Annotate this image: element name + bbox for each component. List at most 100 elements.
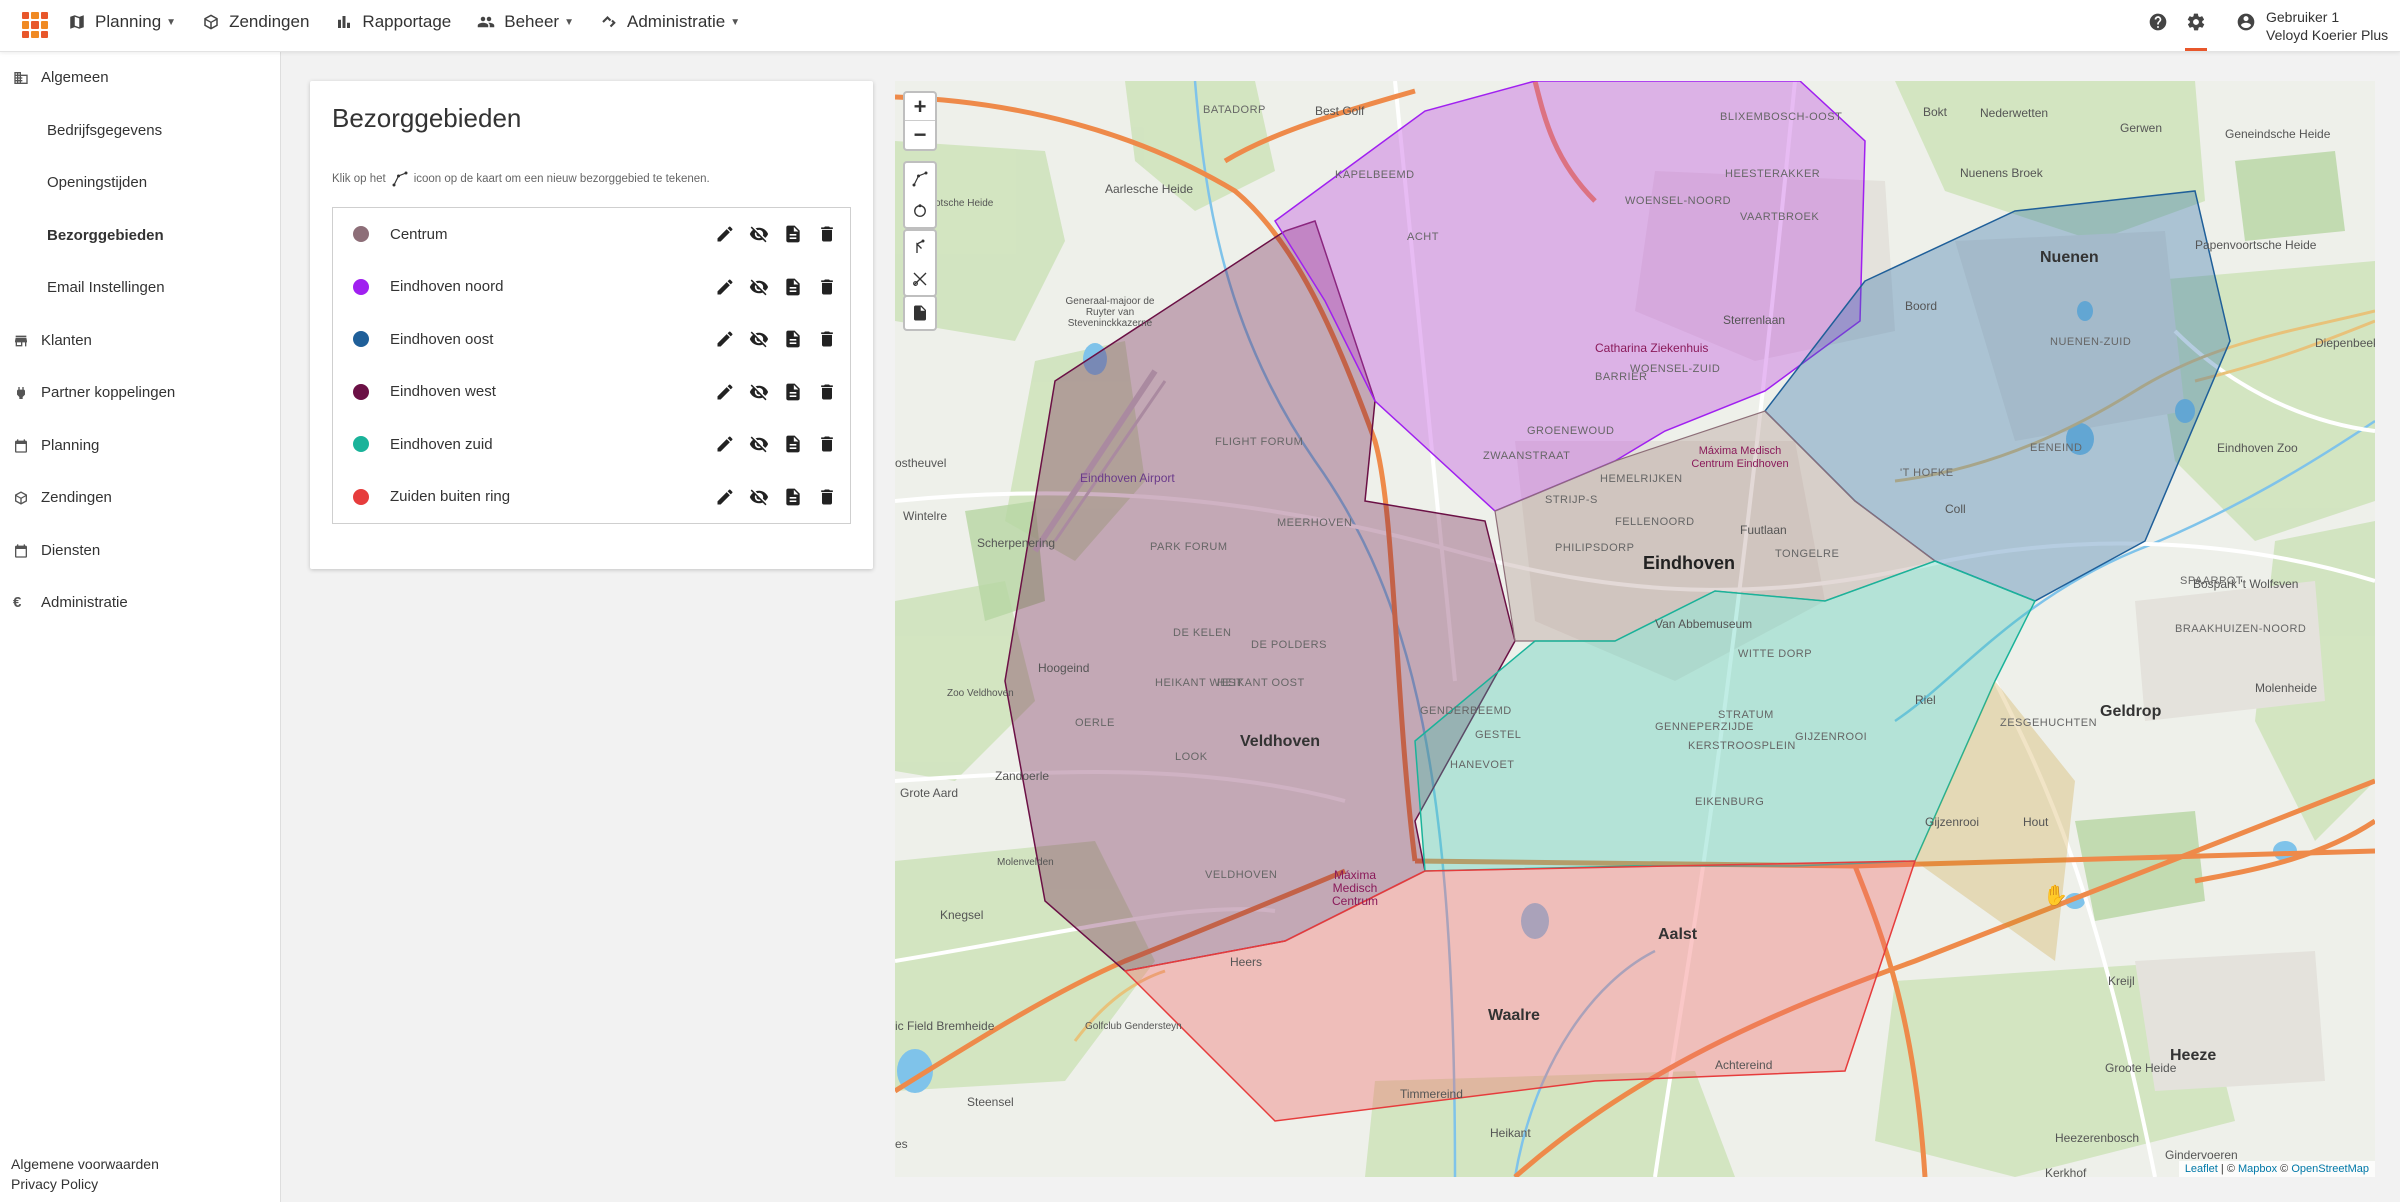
zoom-control: + − bbox=[903, 91, 937, 151]
user-menu[interactable]: Gebruiker 1 Veloyd Koerier Plus bbox=[2236, 8, 2388, 44]
package-icon bbox=[204, 14, 218, 30]
terms-link[interactable]: Algemene voorwaarden bbox=[11, 1156, 159, 1172]
area-color-dot bbox=[353, 436, 369, 452]
account-circle-icon bbox=[2237, 13, 2255, 31]
nav-planning[interactable]: Planning ▼ bbox=[68, 12, 176, 32]
sidebar-item-label: Klanten bbox=[41, 332, 92, 349]
edit-icon[interactable] bbox=[715, 434, 735, 454]
sidebar-item-administratie[interactable]: € Administratie bbox=[13, 594, 128, 611]
document-icon[interactable] bbox=[783, 329, 803, 349]
nav-rapportage[interactable]: Rapportage bbox=[335, 12, 451, 32]
edit-icon[interactable] bbox=[715, 487, 735, 507]
delete-icon[interactable] bbox=[817, 224, 837, 244]
mapbox-link[interactable]: Mapbox bbox=[2238, 1163, 2277, 1175]
chevron-down-icon: ▼ bbox=[730, 16, 741, 28]
area-name: Eindhoven west bbox=[390, 383, 496, 400]
cut-button[interactable] bbox=[905, 263, 935, 295]
map[interactable]: Eindhoven Veldhoven Nuenen Geldrop Waalr… bbox=[895, 81, 2375, 1177]
edit-icon[interactable] bbox=[715, 277, 735, 297]
rotate-icon bbox=[914, 204, 926, 217]
zoom-out-button[interactable]: − bbox=[905, 121, 935, 149]
visibility-off-icon[interactable] bbox=[749, 277, 769, 297]
delete-icon[interactable] bbox=[817, 329, 837, 349]
visibility-off-icon[interactable] bbox=[749, 224, 769, 244]
edit-tools bbox=[903, 229, 937, 297]
draw-tools bbox=[903, 161, 937, 229]
area-name: Zuiden buiten ring bbox=[390, 488, 511, 505]
delete-icon[interactable] bbox=[817, 434, 837, 454]
gear-icon[interactable] bbox=[2186, 12, 2206, 32]
store-icon bbox=[15, 335, 27, 346]
sidebar-item-zendingen[interactable]: Zendingen bbox=[13, 489, 112, 506]
nav-beheer-label: Beheer bbox=[504, 12, 560, 31]
area-row[interactable]: Zuiden buiten ring bbox=[333, 471, 850, 523]
draw-polygon-button[interactable] bbox=[905, 163, 935, 195]
delivery-areas-panel: Bezorggebieden Klik op het icoon op de k… bbox=[310, 81, 873, 569]
document-icon[interactable] bbox=[783, 277, 803, 297]
file-button[interactable] bbox=[905, 297, 935, 329]
delete-icon[interactable] bbox=[817, 382, 837, 402]
sidebar-item-label: Email Instellingen bbox=[47, 279, 165, 296]
hand-cursor-icon: ✋ bbox=[2043, 885, 2068, 907]
map-icon bbox=[70, 15, 84, 29]
export-tools bbox=[903, 295, 937, 331]
delete-icon[interactable] bbox=[817, 487, 837, 507]
nav-administratie[interactable]: Administratie ▼ bbox=[600, 12, 740, 32]
area-row[interactable]: Eindhoven oost bbox=[333, 313, 850, 365]
package-icon bbox=[15, 490, 27, 505]
area-color-dot bbox=[353, 488, 369, 505]
document-icon[interactable] bbox=[783, 434, 803, 454]
leaflet-link[interactable]: Leaflet bbox=[2185, 1163, 2218, 1175]
handshake-icon bbox=[602, 16, 616, 28]
nav-zendingen[interactable]: Zendingen bbox=[202, 12, 309, 32]
draw-polygon-icon bbox=[912, 171, 928, 187]
area-row[interactable]: Eindhoven west bbox=[333, 366, 850, 418]
privacy-link[interactable]: Privacy Policy bbox=[11, 1176, 98, 1192]
visibility-off-icon[interactable] bbox=[749, 329, 769, 349]
draw-circle-button[interactable] bbox=[905, 195, 935, 227]
sidebar-item-planning[interactable]: Planning bbox=[13, 437, 99, 454]
building-icon bbox=[14, 71, 28, 84]
sidebar: Algemeen Bedrijfsgegevens Openingstijden… bbox=[0, 52, 281, 1202]
zoom-in-button[interactable]: + bbox=[905, 93, 935, 121]
area-row[interactable]: Centrum bbox=[333, 208, 850, 260]
file-icon bbox=[914, 305, 926, 321]
area-list: Centrum Eindhoven noord Eindhoven oost Eind… bbox=[332, 207, 851, 524]
sidebar-item-partner-koppelingen[interactable]: Partner koppelingen bbox=[13, 384, 175, 401]
nav-beheer[interactable]: Beheer ▼ bbox=[477, 12, 574, 32]
basemap bbox=[895, 81, 2375, 1177]
euro-icon: € bbox=[13, 594, 22, 611]
sidebar-item-label: Bedrijfsgegevens bbox=[47, 122, 163, 139]
sidebar-item-label: Algemeen bbox=[41, 69, 109, 86]
sidebar-item-openingstijden[interactable]: Openingstijden bbox=[47, 174, 147, 191]
hint-after: icoon op de kaart om een nieuw bezorggeb… bbox=[413, 173, 710, 185]
edit-icon[interactable] bbox=[715, 329, 735, 349]
help-icon[interactable] bbox=[2148, 12, 2168, 32]
sidebar-item-email-instellingen[interactable]: Email Instellingen bbox=[47, 279, 165, 296]
osm-link[interactable]: OpenStreetMap bbox=[2291, 1163, 2369, 1175]
visibility-off-icon[interactable] bbox=[749, 382, 769, 402]
visibility-off-icon[interactable] bbox=[749, 487, 769, 507]
area-row[interactable]: Eindhoven zuid bbox=[333, 418, 850, 470]
document-icon[interactable] bbox=[783, 487, 803, 507]
people-icon bbox=[478, 16, 495, 28]
sidebar-item-label: Partner koppelingen bbox=[41, 384, 176, 401]
drag-icon bbox=[916, 239, 925, 253]
drag-button[interactable] bbox=[905, 231, 935, 263]
sidebar-item-algemeen[interactable]: Algemeen bbox=[13, 69, 109, 86]
area-row[interactable]: Eindhoven noord bbox=[333, 261, 850, 313]
area-color-dot bbox=[353, 226, 369, 242]
document-icon[interactable] bbox=[783, 224, 803, 244]
edit-icon[interactable] bbox=[715, 382, 735, 402]
page-title: Bezorggebieden bbox=[332, 103, 522, 133]
document-icon[interactable] bbox=[783, 382, 803, 402]
user-company: Veloyd Koerier Plus bbox=[2266, 27, 2389, 43]
sidebar-item-bedrijfsgegevens[interactable]: Bedrijfsgegevens bbox=[47, 122, 162, 139]
delete-icon[interactable] bbox=[817, 277, 837, 297]
visibility-off-icon[interactable] bbox=[749, 434, 769, 454]
app-logo[interactable] bbox=[22, 12, 48, 38]
edit-icon[interactable] bbox=[715, 224, 735, 244]
sidebar-item-bezorggebieden[interactable]: Bezorggebieden bbox=[47, 227, 164, 244]
sidebar-item-diensten[interactable]: Diensten bbox=[13, 542, 100, 559]
sidebar-item-klanten[interactable]: Klanten bbox=[13, 332, 92, 349]
